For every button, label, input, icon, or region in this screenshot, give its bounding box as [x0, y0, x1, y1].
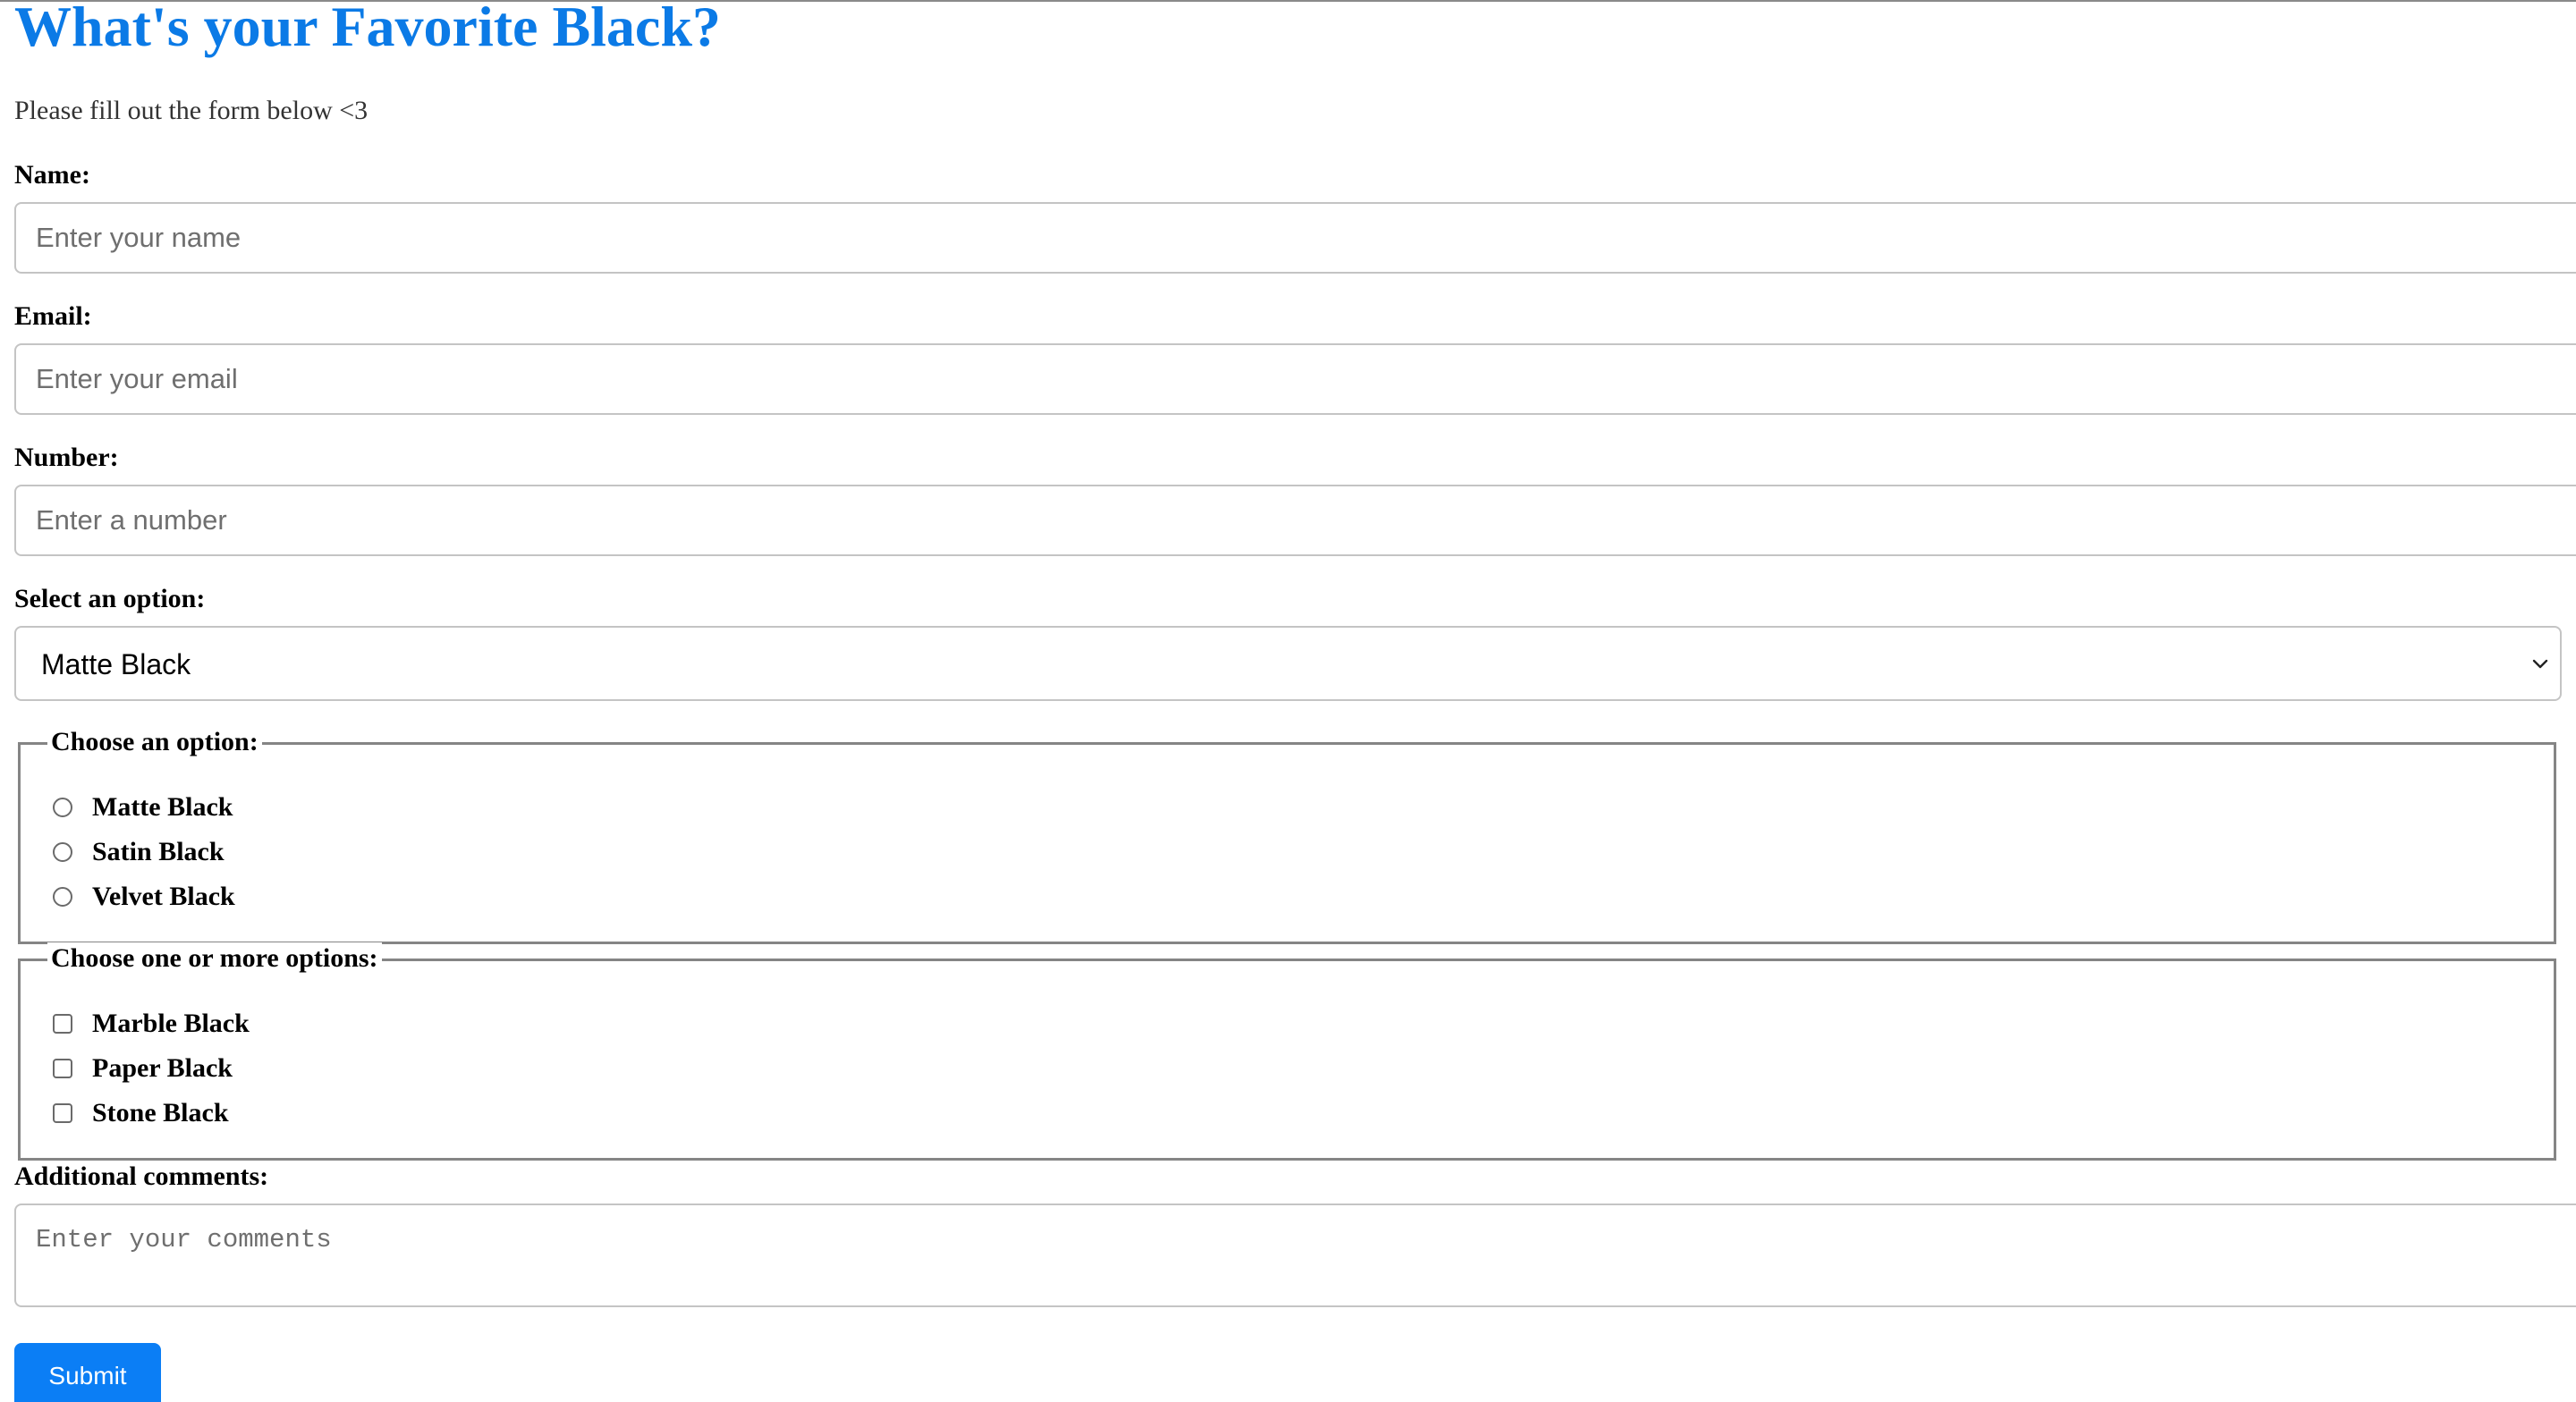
checkbox-option[interactable]: Paper Black — [53, 1051, 233, 1086]
select-value: Matte Black — [41, 648, 191, 680]
checkbox[interactable] — [53, 1014, 72, 1034]
radio-fieldset: Choose an option: Matte Black Satin Blac… — [18, 726, 2556, 944]
radio-option-label: Satin Black — [92, 837, 225, 866]
select-label: Select an option: — [14, 584, 206, 613]
number-input[interactable] — [14, 485, 2576, 556]
radio-button[interactable] — [53, 798, 72, 817]
email-label: Email: — [14, 301, 92, 331]
radio-button[interactable] — [53, 887, 72, 907]
comments-label: Additional comments: — [14, 1161, 269, 1191]
name-label: Name: — [14, 160, 90, 190]
radio-option[interactable]: Velvet Black — [53, 879, 235, 915]
page-title: What's your Favorite Black? — [14, 0, 721, 58]
name-input[interactable] — [14, 202, 2576, 274]
email-input[interactable] — [14, 343, 2576, 415]
number-label: Number: — [14, 443, 119, 472]
submit-button[interactable]: Submit — [14, 1343, 161, 1402]
checkbox-option-label: Stone Black — [92, 1098, 229, 1128]
radio-button[interactable] — [53, 842, 72, 862]
radio-option-label: Velvet Black — [92, 882, 235, 911]
checkbox-option-label: Paper Black — [92, 1053, 233, 1083]
checkbox[interactable] — [53, 1103, 72, 1123]
radio-option[interactable]: Matte Black — [53, 790, 233, 825]
comments-textarea[interactable] — [14, 1204, 2576, 1307]
radio-option[interactable]: Satin Black — [53, 834, 225, 870]
checkbox-fieldset: Choose one or more options: Marble Black… — [18, 942, 2556, 1161]
checkbox-option[interactable]: Stone Black — [53, 1095, 229, 1131]
checkbox-legend: Choose one or more options: — [47, 942, 382, 975]
form-page: What's your Favorite Black? Please fill … — [0, 0, 2576, 1402]
checkbox-option[interactable]: Marble Black — [53, 1006, 250, 1042]
page-subtitle: Please fill out the form below <3 — [14, 96, 369, 125]
checkbox[interactable] — [53, 1059, 72, 1078]
chevron-down-icon — [2532, 659, 2548, 669]
radio-legend: Choose an option: — [47, 726, 262, 758]
option-select[interactable]: Matte Black — [14, 626, 2562, 701]
radio-option-label: Matte Black — [92, 792, 233, 822]
checkbox-option-label: Marble Black — [92, 1009, 250, 1038]
